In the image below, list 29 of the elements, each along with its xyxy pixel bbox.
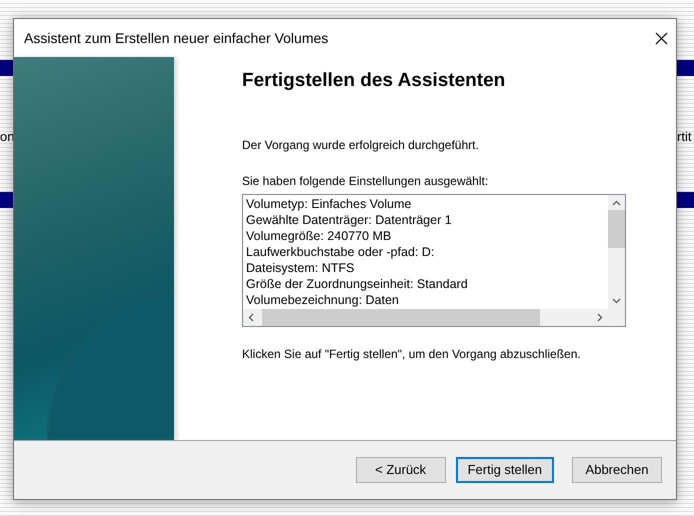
finish-button[interactable]: Fertig stellen (456, 457, 554, 483)
setting-line: Dateisystem: NTFS (246, 260, 356, 276)
scroll-up-icon[interactable] (612, 198, 621, 208)
setting-line: Gewählte Datenträger: Datenträger 1 (246, 212, 453, 228)
background-text: rtit (677, 128, 692, 146)
title-bar-strip (677, 60, 694, 76)
setting-line: Laufwerkbuchstabe oder -pfad: D: (246, 244, 436, 260)
setting-line: Größe der Zuordnungseinheit: Standard (246, 276, 469, 292)
scroll-left-icon[interactable] (247, 312, 256, 322)
scroll-thumb[interactable] (608, 210, 625, 248)
vertical-scrollbar[interactable] (608, 194, 625, 308)
title-bar-strip (677, 192, 694, 208)
settings-label: Sie haben folgende Einstellungen ausgewählt: (242, 172, 490, 190)
setting-line: Volumetyp: Einfaches Volume (246, 196, 412, 212)
scroll-down-icon[interactable] (612, 296, 621, 304)
status-text: Der Vorgang wurde erfolgreich durchgeführt. (242, 136, 480, 154)
title-bar-strip (0, 192, 14, 208)
scroll-thumb[interactable] (262, 308, 540, 326)
close-icon[interactable] (655, 32, 668, 44)
window-title: Assistent zum Erstellen neuer einfacher Volumes (24, 28, 328, 48)
scroll-right-icon[interactable] (595, 312, 604, 322)
setting-line: Volumegröße: 240770 MB (246, 228, 392, 244)
cancel-button[interactable]: Abbrechen (572, 457, 662, 483)
back-button[interactable]: < Zurück (356, 457, 446, 483)
wizard-heading: Fertigstellen des Assistenten (242, 69, 506, 93)
setting-line: Volumebezeichnung: Daten (246, 292, 400, 308)
instruction-text: Klicken Sie auf "Fertig stellen", um den Vorgang abzuschließen. (242, 346, 582, 362)
horizontal-scrollbar[interactable] (243, 308, 608, 326)
title-bar-strip (0, 60, 14, 76)
